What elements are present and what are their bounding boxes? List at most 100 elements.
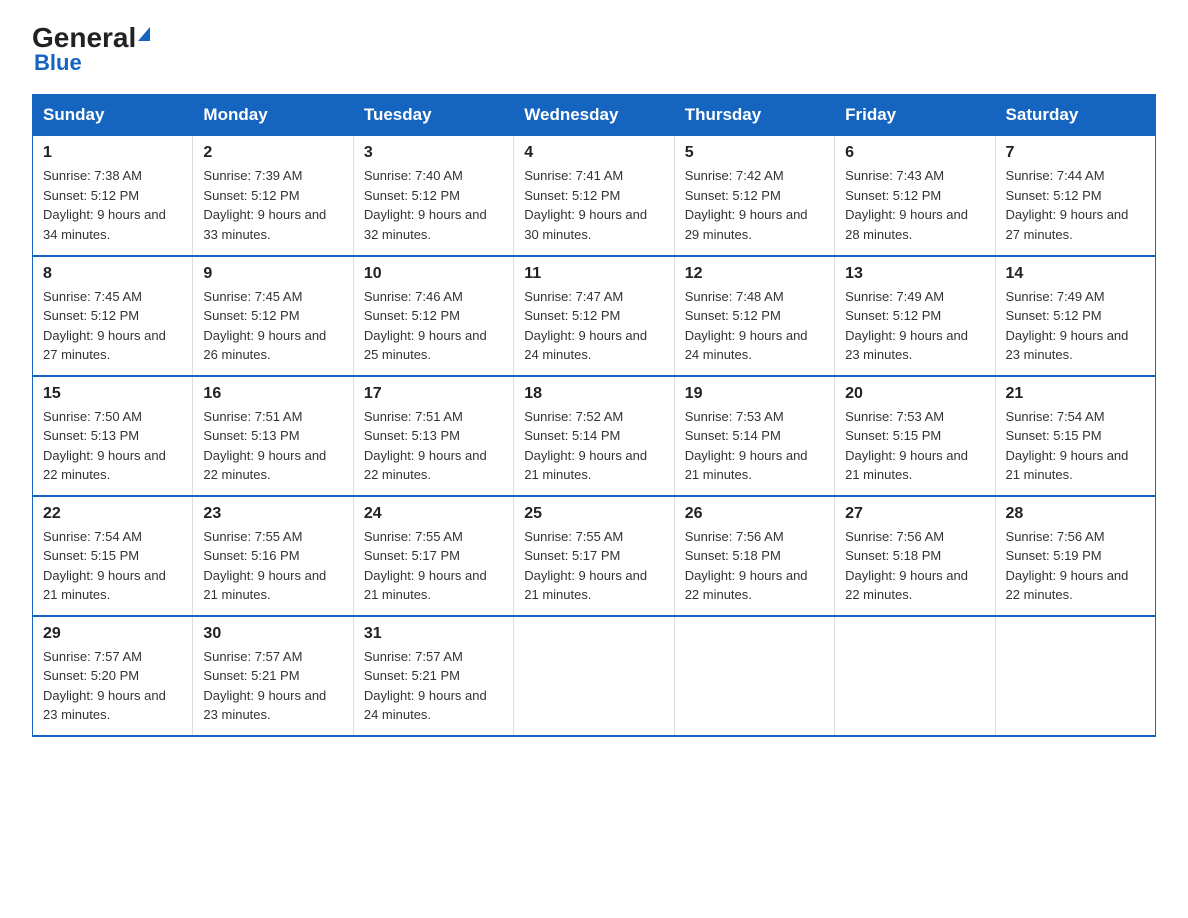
calendar-cell: 29 Sunrise: 7:57 AMSunset: 5:20 PMDaylig… xyxy=(33,616,193,736)
calendar-week-row: 8 Sunrise: 7:45 AMSunset: 5:12 PMDayligh… xyxy=(33,256,1156,376)
day-info: Sunrise: 7:52 AMSunset: 5:14 PMDaylight:… xyxy=(524,409,647,483)
calendar-week-row: 1 Sunrise: 7:38 AMSunset: 5:12 PMDayligh… xyxy=(33,136,1156,256)
day-number: 4 xyxy=(524,144,663,162)
calendar-cell: 8 Sunrise: 7:45 AMSunset: 5:12 PMDayligh… xyxy=(33,256,193,376)
calendar-cell: 14 Sunrise: 7:49 AMSunset: 5:12 PMDaylig… xyxy=(995,256,1155,376)
day-number: 5 xyxy=(685,144,824,162)
day-info: Sunrise: 7:46 AMSunset: 5:12 PMDaylight:… xyxy=(364,289,487,363)
day-info: Sunrise: 7:55 AMSunset: 5:17 PMDaylight:… xyxy=(364,529,487,603)
day-number: 21 xyxy=(1006,385,1145,403)
calendar-cell: 21 Sunrise: 7:54 AMSunset: 5:15 PMDaylig… xyxy=(995,376,1155,496)
calendar-cell: 30 Sunrise: 7:57 AMSunset: 5:21 PMDaylig… xyxy=(193,616,353,736)
day-number: 12 xyxy=(685,265,824,283)
day-info: Sunrise: 7:51 AMSunset: 5:13 PMDaylight:… xyxy=(203,409,326,483)
day-number: 26 xyxy=(685,505,824,523)
day-number: 22 xyxy=(43,505,182,523)
day-info: Sunrise: 7:47 AMSunset: 5:12 PMDaylight:… xyxy=(524,289,647,363)
calendar-cell: 12 Sunrise: 7:48 AMSunset: 5:12 PMDaylig… xyxy=(674,256,834,376)
day-info: Sunrise: 7:56 AMSunset: 5:19 PMDaylight:… xyxy=(1006,529,1129,603)
day-number: 14 xyxy=(1006,265,1145,283)
day-info: Sunrise: 7:49 AMSunset: 5:12 PMDaylight:… xyxy=(845,289,968,363)
calendar-cell xyxy=(674,616,834,736)
day-number: 17 xyxy=(364,385,503,403)
day-number: 29 xyxy=(43,625,182,643)
calendar-week-row: 29 Sunrise: 7:57 AMSunset: 5:20 PMDaylig… xyxy=(33,616,1156,736)
calendar-cell: 17 Sunrise: 7:51 AMSunset: 5:13 PMDaylig… xyxy=(353,376,513,496)
day-info: Sunrise: 7:55 AMSunset: 5:16 PMDaylight:… xyxy=(203,529,326,603)
day-number: 20 xyxy=(845,385,984,403)
day-number: 27 xyxy=(845,505,984,523)
day-info: Sunrise: 7:42 AMSunset: 5:12 PMDaylight:… xyxy=(685,168,808,242)
day-info: Sunrise: 7:57 AMSunset: 5:21 PMDaylight:… xyxy=(364,649,487,723)
calendar-cell: 2 Sunrise: 7:39 AMSunset: 5:12 PMDayligh… xyxy=(193,136,353,256)
day-info: Sunrise: 7:57 AMSunset: 5:21 PMDaylight:… xyxy=(203,649,326,723)
column-header-wednesday: Wednesday xyxy=(514,95,674,136)
calendar-cell: 16 Sunrise: 7:51 AMSunset: 5:13 PMDaylig… xyxy=(193,376,353,496)
calendar-table: SundayMondayTuesdayWednesdayThursdayFrid… xyxy=(32,94,1156,737)
calendar-cell: 18 Sunrise: 7:52 AMSunset: 5:14 PMDaylig… xyxy=(514,376,674,496)
calendar-cell: 19 Sunrise: 7:53 AMSunset: 5:14 PMDaylig… xyxy=(674,376,834,496)
day-info: Sunrise: 7:40 AMSunset: 5:12 PMDaylight:… xyxy=(364,168,487,242)
day-number: 2 xyxy=(203,144,342,162)
day-info: Sunrise: 7:50 AMSunset: 5:13 PMDaylight:… xyxy=(43,409,166,483)
day-info: Sunrise: 7:43 AMSunset: 5:12 PMDaylight:… xyxy=(845,168,968,242)
calendar-week-row: 15 Sunrise: 7:50 AMSunset: 5:13 PMDaylig… xyxy=(33,376,1156,496)
logo: General Blue xyxy=(32,24,150,76)
day-info: Sunrise: 7:49 AMSunset: 5:12 PMDaylight:… xyxy=(1006,289,1129,363)
column-header-tuesday: Tuesday xyxy=(353,95,513,136)
calendar-cell xyxy=(995,616,1155,736)
calendar-cell: 20 Sunrise: 7:53 AMSunset: 5:15 PMDaylig… xyxy=(835,376,995,496)
logo-general: General xyxy=(32,24,136,52)
calendar-cell: 28 Sunrise: 7:56 AMSunset: 5:19 PMDaylig… xyxy=(995,496,1155,616)
day-info: Sunrise: 7:54 AMSunset: 5:15 PMDaylight:… xyxy=(1006,409,1129,483)
calendar-week-row: 22 Sunrise: 7:54 AMSunset: 5:15 PMDaylig… xyxy=(33,496,1156,616)
day-info: Sunrise: 7:39 AMSunset: 5:12 PMDaylight:… xyxy=(203,168,326,242)
calendar-cell: 23 Sunrise: 7:55 AMSunset: 5:16 PMDaylig… xyxy=(193,496,353,616)
day-number: 19 xyxy=(685,385,824,403)
calendar-cell xyxy=(835,616,995,736)
day-number: 15 xyxy=(43,385,182,403)
calendar-cell: 26 Sunrise: 7:56 AMSunset: 5:18 PMDaylig… xyxy=(674,496,834,616)
day-number: 7 xyxy=(1006,144,1145,162)
day-number: 28 xyxy=(1006,505,1145,523)
calendar-cell xyxy=(514,616,674,736)
day-info: Sunrise: 7:51 AMSunset: 5:13 PMDaylight:… xyxy=(364,409,487,483)
calendar-cell: 3 Sunrise: 7:40 AMSunset: 5:12 PMDayligh… xyxy=(353,136,513,256)
logo-blue: Blue xyxy=(32,50,82,76)
day-info: Sunrise: 7:54 AMSunset: 5:15 PMDaylight:… xyxy=(43,529,166,603)
day-info: Sunrise: 7:45 AMSunset: 5:12 PMDaylight:… xyxy=(203,289,326,363)
calendar-cell: 11 Sunrise: 7:47 AMSunset: 5:12 PMDaylig… xyxy=(514,256,674,376)
day-number: 25 xyxy=(524,505,663,523)
day-number: 9 xyxy=(203,265,342,283)
day-number: 13 xyxy=(845,265,984,283)
column-header-friday: Friday xyxy=(835,95,995,136)
column-header-monday: Monday xyxy=(193,95,353,136)
calendar-cell: 1 Sunrise: 7:38 AMSunset: 5:12 PMDayligh… xyxy=(33,136,193,256)
day-info: Sunrise: 7:53 AMSunset: 5:15 PMDaylight:… xyxy=(845,409,968,483)
day-number: 10 xyxy=(364,265,503,283)
day-info: Sunrise: 7:53 AMSunset: 5:14 PMDaylight:… xyxy=(685,409,808,483)
calendar-cell: 25 Sunrise: 7:55 AMSunset: 5:17 PMDaylig… xyxy=(514,496,674,616)
day-info: Sunrise: 7:44 AMSunset: 5:12 PMDaylight:… xyxy=(1006,168,1129,242)
column-header-sunday: Sunday xyxy=(33,95,193,136)
calendar-cell: 6 Sunrise: 7:43 AMSunset: 5:12 PMDayligh… xyxy=(835,136,995,256)
page-header: General Blue xyxy=(32,24,1156,76)
day-number: 3 xyxy=(364,144,503,162)
calendar-cell: 15 Sunrise: 7:50 AMSunset: 5:13 PMDaylig… xyxy=(33,376,193,496)
day-info: Sunrise: 7:41 AMSunset: 5:12 PMDaylight:… xyxy=(524,168,647,242)
day-number: 30 xyxy=(203,625,342,643)
day-info: Sunrise: 7:48 AMSunset: 5:12 PMDaylight:… xyxy=(685,289,808,363)
day-info: Sunrise: 7:57 AMSunset: 5:20 PMDaylight:… xyxy=(43,649,166,723)
calendar-cell: 27 Sunrise: 7:56 AMSunset: 5:18 PMDaylig… xyxy=(835,496,995,616)
day-info: Sunrise: 7:45 AMSunset: 5:12 PMDaylight:… xyxy=(43,289,166,363)
calendar-cell: 31 Sunrise: 7:57 AMSunset: 5:21 PMDaylig… xyxy=(353,616,513,736)
calendar-cell: 22 Sunrise: 7:54 AMSunset: 5:15 PMDaylig… xyxy=(33,496,193,616)
day-info: Sunrise: 7:55 AMSunset: 5:17 PMDaylight:… xyxy=(524,529,647,603)
day-number: 1 xyxy=(43,144,182,162)
calendar-cell: 10 Sunrise: 7:46 AMSunset: 5:12 PMDaylig… xyxy=(353,256,513,376)
day-info: Sunrise: 7:56 AMSunset: 5:18 PMDaylight:… xyxy=(845,529,968,603)
day-number: 8 xyxy=(43,265,182,283)
logo-triangle-icon xyxy=(138,27,150,41)
day-number: 16 xyxy=(203,385,342,403)
day-info: Sunrise: 7:56 AMSunset: 5:18 PMDaylight:… xyxy=(685,529,808,603)
